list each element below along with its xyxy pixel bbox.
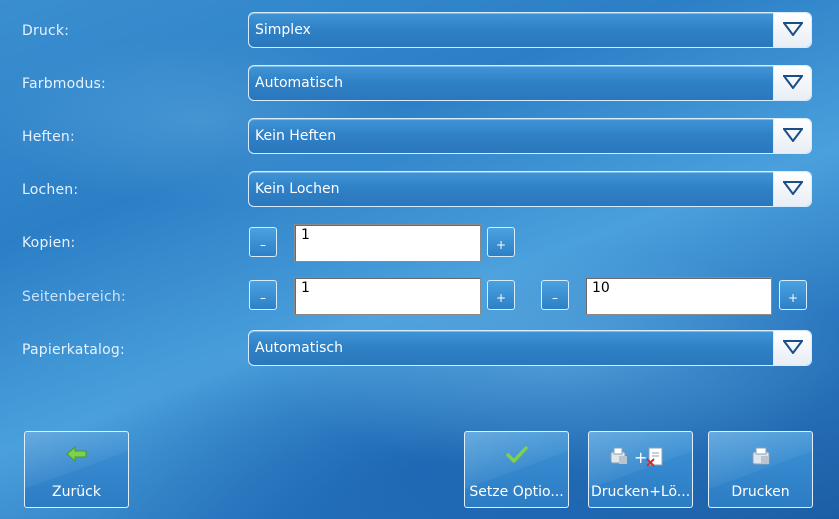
arrow-left-icon [25,445,128,468]
printer-icon [709,446,812,468]
farbmodus-select[interactable]: Automatisch [248,65,812,101]
druck-select[interactable]: Simplex [248,12,812,48]
druck-dropdown-button[interactable] [773,13,811,47]
print-button[interactable]: Drucken [708,431,813,508]
set-options-label: Setze Optio... [469,484,564,500]
seitenbereich-from-input[interactable]: 1 [294,277,481,315]
chevron-down-icon [783,22,803,36]
farbmodus-dropdown-button[interactable] [773,66,811,100]
seitenbereich-to-decrement-button[interactable]: – [541,280,569,310]
farbmodus-value: Automatisch [255,75,343,91]
chevron-down-icon [783,128,803,142]
seitenbereich-to-increment-button[interactable]: + [779,280,807,310]
seitenbereich-to-value: 10 [592,280,610,296]
papierkatalog-dropdown-button[interactable] [773,331,811,365]
lochen-select[interactable]: Kein Lochen [248,171,812,207]
papierkatalog-select[interactable]: Automatisch [248,330,812,366]
chevron-down-icon [783,181,803,195]
chevron-down-icon [783,340,803,354]
seitenbereich-label: Seitenbereich: [22,289,126,305]
kopien-label: Kopien: [22,235,76,251]
kopien-value: 1 [301,227,310,243]
print-plus-delete-icon: + [589,446,692,468]
svg-text:+: + [634,448,647,467]
heften-value: Kein Heften [255,128,337,144]
seitenbereich-from-increment-button[interactable]: + [487,280,515,310]
print-delete-label: Drucken+Lö... [591,484,690,500]
kopien-decrement-button[interactable]: – [249,227,277,257]
farbmodus-label: Farbmodus: [22,76,106,92]
chevron-down-icon [783,75,803,89]
seitenbereich-to-input[interactable]: 10 [585,277,772,315]
checkmark-icon [465,446,568,468]
back-label: Zurück [52,484,101,500]
druck-label: Druck: [22,23,70,39]
heften-select[interactable]: Kein Heften [248,118,812,154]
lochen-label: Lochen: [22,182,79,198]
kopien-increment-button[interactable]: + [487,227,515,257]
lochen-dropdown-button[interactable] [773,172,811,206]
seitenbereich-from-value: 1 [301,280,310,296]
kopien-input[interactable]: 1 [294,224,481,262]
papierkatalog-value: Automatisch [255,340,343,356]
seitenbereich-from-decrement-button[interactable]: – [249,280,277,310]
print-label: Drucken [731,484,790,500]
back-button[interactable]: Zurück [24,431,129,508]
set-options-button[interactable]: Setze Optio... [464,431,569,508]
heften-dropdown-button[interactable] [773,119,811,153]
druck-value: Simplex [255,22,311,38]
heften-label: Heften: [22,129,75,145]
lochen-value: Kein Lochen [255,181,340,197]
papierkatalog-label: Papierkatalog: [22,342,125,358]
print-delete-button[interactable]: + Drucken+Lö... [588,431,693,508]
